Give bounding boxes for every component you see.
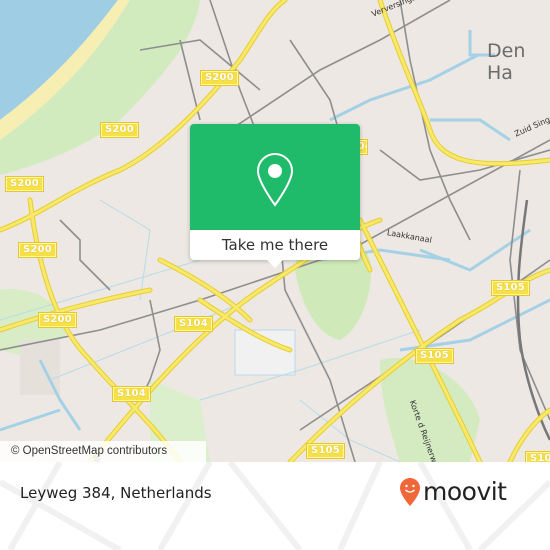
take-me-there-button[interactable]: Take me there <box>190 230 360 260</box>
railway <box>516 199 550 441</box>
road-shield-s105: S105 <box>491 280 530 296</box>
city-label: Den Ha <box>487 40 526 84</box>
road-shield-s200: S200 <box>38 312 77 328</box>
area-block <box>234 329 296 376</box>
footer-bar: Leyweg 384, Netherlands moovit <box>0 462 550 550</box>
road-shield-s200: S200 <box>200 70 239 86</box>
map-pin-icon <box>256 152 294 207</box>
road-shield-s200: S200 <box>18 242 57 258</box>
moovit-pin-icon <box>400 478 420 506</box>
road-shield-s106: S106 <box>525 451 550 462</box>
popup-pointer <box>266 259 284 268</box>
moovit-wordmark: moovit <box>423 476 507 506</box>
destination-popup: Take me there <box>190 124 360 268</box>
map-view[interactable]: S200 S200 S200 S200 S200 S200 S104 S104 … <box>0 0 550 462</box>
address-label: Leyweg 384, Netherlands <box>20 484 212 502</box>
road-shield-s104: S104 <box>174 316 213 332</box>
moovit-logo[interactable]: moovit <box>399 477 507 507</box>
road-shield-s105: S105 <box>306 443 345 459</box>
road-shield-s104: S104 <box>112 386 151 402</box>
popup-header <box>190 124 360 230</box>
road-shield-s105: S105 <box>415 348 454 364</box>
road-shield-s200: S200 <box>100 122 139 138</box>
road-shield-s200: S200 <box>5 176 44 192</box>
osm-attribution-link[interactable]: © OpenStreetMap contributors <box>0 441 206 462</box>
